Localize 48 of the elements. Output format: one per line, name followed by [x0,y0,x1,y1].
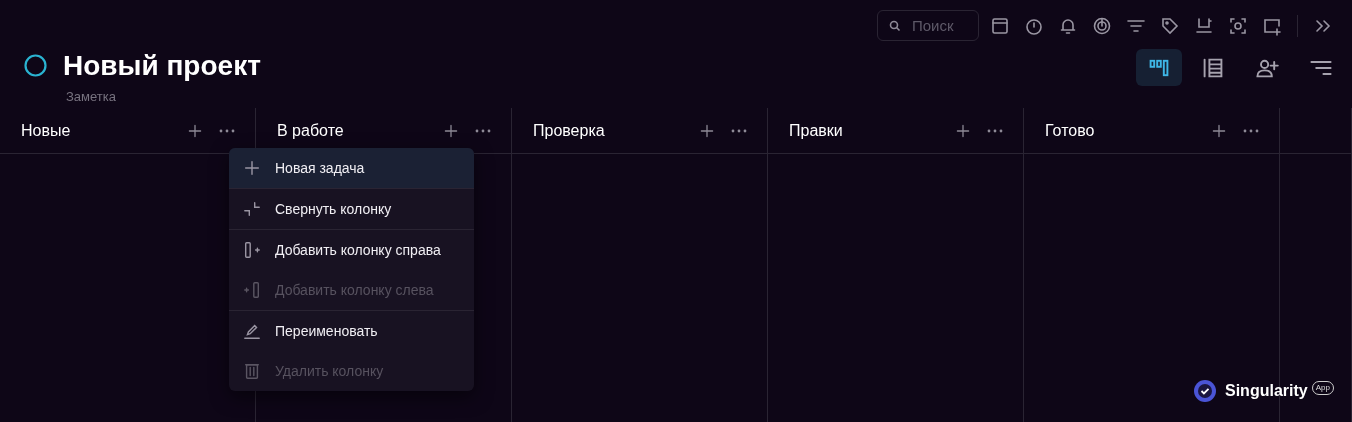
add-left-icon [243,281,261,299]
more-button[interactable] [731,128,747,133]
cup-icon [1194,15,1214,36]
add-task-button[interactable] [699,122,715,139]
more-icon [1243,128,1259,133]
search-icon [889,20,901,32]
add-task-button[interactable] [1211,122,1227,139]
add-task-button[interactable] [955,122,971,139]
plus-icon [699,122,715,139]
project-note: Заметка [66,87,117,106]
plus-icon [443,122,459,139]
add-right-icon [243,241,261,259]
more-icon [219,128,235,133]
column-title: Проверка [533,120,606,141]
menu-item[interactable]: Добавить колонку справа [229,230,474,270]
column-title: В работе [277,120,345,141]
more-button[interactable] [1243,128,1259,133]
column-title: Новые [21,120,72,141]
more-icon [987,128,1003,133]
menu-item[interactable]: Новая задача [229,148,474,188]
window-icon [990,15,1010,36]
collapse-icon [243,200,261,218]
plus-icon [1211,122,1227,139]
plus-icon [187,122,203,139]
pencil-icon [243,322,261,340]
more-button[interactable] [987,128,1003,133]
column-title: Правки [789,120,844,141]
menu-item[interactable]: Свернуть колонку [229,189,474,229]
more-icon [475,128,491,133]
search-field[interactable]: Поиск [877,10,979,41]
more-button[interactable] [475,128,491,133]
more-button[interactable] [219,128,235,133]
trash-icon [243,362,261,380]
plus-icon [243,159,261,177]
menu-item[interactable]: Переименовать [229,311,474,351]
more-icon [731,128,747,133]
logo-icon [1193,379,1217,403]
add-task-button[interactable] [443,122,459,139]
column-title: Готово [1045,120,1096,141]
view-tab[interactable] [1136,49,1182,86]
brand-name: Singularity [1225,381,1308,401]
project-title: Новый проект [63,49,261,83]
plus-icon [955,122,971,139]
tag-icon [1160,15,1180,36]
focus-icon [1228,15,1248,36]
status-circle-icon[interactable] [24,54,47,78]
target-icon [1092,15,1112,36]
add-task-button[interactable] [187,122,203,139]
